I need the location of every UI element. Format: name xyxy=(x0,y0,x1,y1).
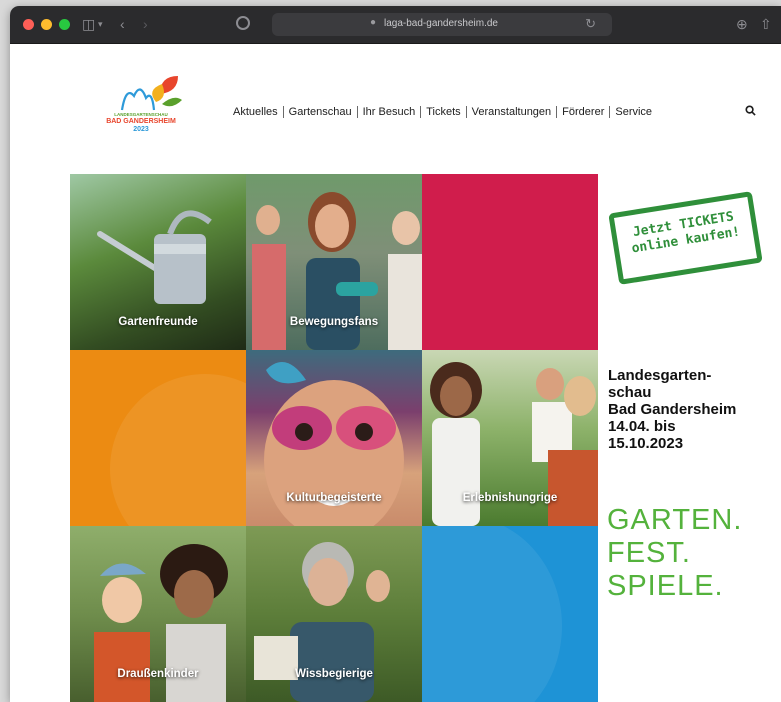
nav-item-aktuelles[interactable]: Aktuelles xyxy=(233,106,278,118)
lock-icon: ● xyxy=(370,17,377,28)
decorative-arc xyxy=(110,374,246,526)
slogan-line: FEST. xyxy=(607,537,691,569)
search-icon[interactable] xyxy=(745,105,756,116)
nav-divider xyxy=(282,106,284,118)
intro-line: Landesgarten- xyxy=(608,367,712,384)
slogan: GARTEN. FEST. SPIELE. xyxy=(607,504,742,603)
nav-divider xyxy=(420,106,422,118)
event-intro: Landesgarten- schau Bad Gandersheim 14.0… xyxy=(608,367,781,452)
logo-line-1: LANDESGARTENSCHAU xyxy=(114,112,168,117)
site-logo[interactable]: LANDESGARTENSCHAU BAD GANDERSHEIM 2023 xyxy=(86,72,196,146)
tile-wissbegierige[interactable]: Wissbegierige xyxy=(246,526,422,702)
tile-label: Kulturbegeisterte xyxy=(286,492,382,504)
nav-item-foerderer[interactable]: Förderer xyxy=(562,106,604,118)
tile-red-color xyxy=(422,174,598,350)
browser-toolbar: ◫ ▾ ‹ › ● laga-bad-gandersheim.de ↻ ⊕ ⇧ xyxy=(10,6,781,44)
minimize-window-button[interactable] xyxy=(41,19,52,30)
tile-kulturbegeisterte[interactable]: Kulturbegeisterte xyxy=(246,350,422,526)
forward-icon[interactable]: › xyxy=(143,15,148,33)
tile-bewegungsfans[interactable]: Bewegungsfans xyxy=(246,174,422,350)
close-window-button[interactable] xyxy=(23,19,34,30)
shield-icon[interactable] xyxy=(236,16,250,30)
browser-window: ◫ ▾ ‹ › ● laga-bad-gandersheim.de ↻ ⊕ ⇧ … xyxy=(10,6,781,702)
address-bar[interactable]: ● laga-bad-gandersheim.de ↻ xyxy=(272,13,612,36)
tile-gartenfreunde[interactable]: Gartenfreunde xyxy=(70,174,246,350)
logo-line-2: BAD GANDERSHEIM xyxy=(106,118,176,125)
url-text: laga-bad-gandersheim.de xyxy=(384,18,498,29)
tile-label: Erlebnishungrige xyxy=(462,492,558,504)
tile-draussenkinder[interactable]: Draußenkinder xyxy=(70,526,246,702)
audience-tile-grid: Gartenfreunde Bewegungsfans Kulturbegeis… xyxy=(70,174,598,702)
tile-label: Wissbegierige xyxy=(295,668,373,680)
nav-item-gartenschau[interactable]: Gartenschau xyxy=(289,106,352,118)
nav-item-service[interactable]: Service xyxy=(615,106,652,118)
nav-item-veranstaltungen[interactable]: Veranstaltungen xyxy=(472,106,552,118)
reload-icon[interactable]: ↻ xyxy=(585,16,596,32)
tile-label: Gartenfreunde xyxy=(118,316,198,328)
back-icon[interactable]: ‹ xyxy=(120,15,125,33)
tile-label: Bewegungsfans xyxy=(289,316,379,328)
buy-tickets-stamp[interactable]: Jetzt TICKETS online kaufen! xyxy=(608,191,763,285)
maximize-window-button[interactable] xyxy=(59,19,70,30)
slogan-line: GARTEN. xyxy=(607,504,743,536)
nav-divider xyxy=(465,106,467,118)
chevron-down-icon[interactable]: ▾ xyxy=(98,15,103,33)
downloads-icon[interactable]: ⊕ xyxy=(736,15,748,33)
tile-label: Draußenkinder xyxy=(117,668,199,680)
intro-line: 14.04. bis xyxy=(608,418,676,435)
intro-line: 15.10.2023 xyxy=(608,435,684,452)
nav-divider xyxy=(556,106,558,118)
share-icon[interactable]: ⇧ xyxy=(760,15,772,33)
nav-item-ihr-besuch[interactable]: Ihr Besuch xyxy=(363,106,416,118)
tile-erlebnishungrige[interactable]: Erlebnishungrige xyxy=(422,350,598,526)
nav-divider xyxy=(356,106,358,118)
intro-line: schau xyxy=(608,384,652,401)
tile-orange-color xyxy=(70,350,246,526)
decorative-arc xyxy=(422,526,562,702)
tile-blue-color xyxy=(422,526,598,702)
sidebar-icon[interactable]: ◫ xyxy=(82,15,95,33)
nav-divider xyxy=(609,106,611,118)
nav-item-tickets[interactable]: Tickets xyxy=(426,106,460,118)
logo-line-3: 2023 xyxy=(133,126,149,133)
logo-graphic xyxy=(120,76,182,111)
slogan-line: SPIELE. xyxy=(607,570,724,602)
intro-line: Bad Gandersheim xyxy=(608,401,737,418)
main-nav: Aktuelles Gartenschau Ihr Besuch Tickets… xyxy=(233,105,652,119)
